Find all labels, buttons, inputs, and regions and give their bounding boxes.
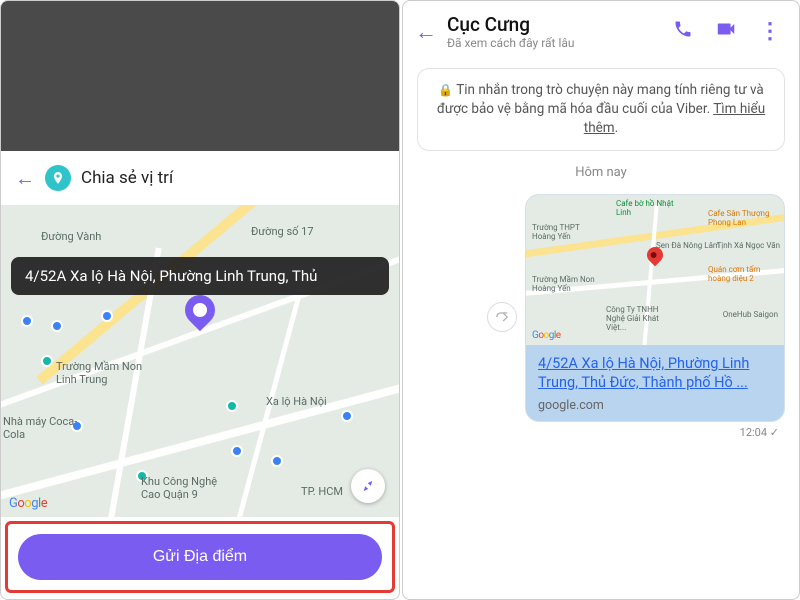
map-label: Xa lộ Hà Nội: [266, 395, 327, 408]
encryption-notice: 🔒Tin nhắn trong trò chuyện này mang tính…: [417, 68, 785, 151]
map-poi-dot: [231, 445, 243, 457]
map-poi-dot: [51, 320, 63, 332]
lock-icon: 🔒: [438, 83, 453, 97]
map-poi-dot: [101, 310, 113, 322]
map-label: Trường Mầm Non Hoàng Yến: [532, 275, 602, 293]
map-poi-dot: [341, 410, 353, 422]
chat-header: ← Cục Cưng Đã xem cách đây rất lâu ⋮: [403, 1, 799, 58]
map-poi-dot: [226, 400, 238, 412]
map-label: Đường số 17: [251, 225, 314, 238]
share-location-sheet: ← Chia sẻ vị trí Đường Vành Đường số 17: [1, 151, 399, 599]
map-label: Cafe Sân Thượng Phong Lan: [708, 209, 778, 227]
back-arrow-icon[interactable]: ←: [15, 166, 35, 191]
video-call-icon[interactable]: [709, 18, 743, 45]
phone-left: ← Chia sẻ vị trí Đường Vành Đường số 17: [0, 0, 400, 600]
back-arrow-icon[interactable]: ←: [415, 19, 437, 45]
location-message-card[interactable]: Cafe bờ hồ Nhật Linh Cafe Sân Thượng Pho…: [525, 194, 785, 423]
sheet-title: Chia sẻ vị trí: [81, 168, 173, 188]
chat-title-block[interactable]: Cục Cưng Đã xem cách đây rất lâu: [447, 13, 657, 50]
map-label: Trường Mầm Non Linh Trung: [56, 360, 146, 386]
google-logo: Google: [532, 330, 561, 341]
map-poi-dot: [41, 355, 53, 367]
map-poi-dot: [271, 455, 283, 467]
map-label: OneHub Saigon: [723, 310, 778, 319]
send-button-highlight: Gửi Địa điểm: [5, 521, 395, 593]
recenter-button[interactable]: [351, 469, 385, 503]
date-separator: Hôm nay: [575, 165, 627, 180]
map-label: Nhà máy Coca-Cola: [3, 415, 93, 441]
map-area[interactable]: Đường Vành Đường số 17 Trường Mầm Non Li…: [1, 205, 399, 517]
sheet-header: ← Chia sẻ vị trí: [1, 151, 399, 205]
chat-body: 🔒Tin nhắn trong trò chuyện này mang tính…: [403, 58, 799, 449]
send-location-button[interactable]: Gửi Địa điểm: [18, 534, 382, 580]
contact-name: Cục Cưng: [447, 13, 657, 36]
more-menu-icon[interactable]: ⋮: [753, 19, 787, 44]
message-timestamp: 12:04 ✓: [740, 426, 785, 439]
map-label: TP. HCM: [301, 485, 343, 498]
forward-icon[interactable]: [487, 302, 517, 332]
message-row: Cafe bờ hồ Nhật Linh Cafe Sân Thượng Pho…: [417, 194, 785, 440]
location-pin-icon: [45, 165, 71, 191]
location-domain: google.com: [538, 398, 772, 413]
location-address-link[interactable]: 4/52A Xa lộ Hà Nội, Phường Linh Trung, T…: [538, 355, 772, 393]
map-poi-dot: [21, 315, 33, 327]
map-label: Công Ty TNHH Nghệ Giải Khát Việt...: [606, 305, 676, 332]
map-label: Trường THPT Hoàng Yến: [532, 223, 602, 241]
map-label: Khu Công Nghệ Cao Quận 9: [141, 475, 231, 501]
last-seen: Đã xem cách đây rất lâu: [447, 36, 657, 50]
phone-right: ← Cục Cưng Đã xem cách đây rất lâu ⋮ 🔒Ti…: [402, 0, 800, 600]
map-label: Tịnh Xá Ngọc Văn: [717, 241, 781, 250]
map-label: Sen Đà Nông Lâm: [656, 241, 720, 250]
location-info: 4/52A Xa lộ Hà Nội, Phường Linh Trung, T…: [526, 345, 784, 422]
dark-backdrop: [1, 1, 399, 151]
google-logo: Google: [9, 496, 47, 511]
red-pin-icon: [647, 247, 663, 263]
address-bubble: 4/52A Xa lộ Hà Nội, Phường Linh Trung, T…: [11, 257, 389, 295]
map-label: Đường Vành: [41, 230, 101, 243]
map-label: Cafe bờ hồ Nhật Linh: [616, 199, 686, 217]
voice-call-icon[interactable]: [667, 19, 699, 44]
location-thumbnail-map: Cafe bờ hồ Nhật Linh Cafe Sân Thượng Pho…: [526, 195, 784, 345]
map-label: Quán cơm tấm hoàng diệu 2: [708, 265, 778, 283]
